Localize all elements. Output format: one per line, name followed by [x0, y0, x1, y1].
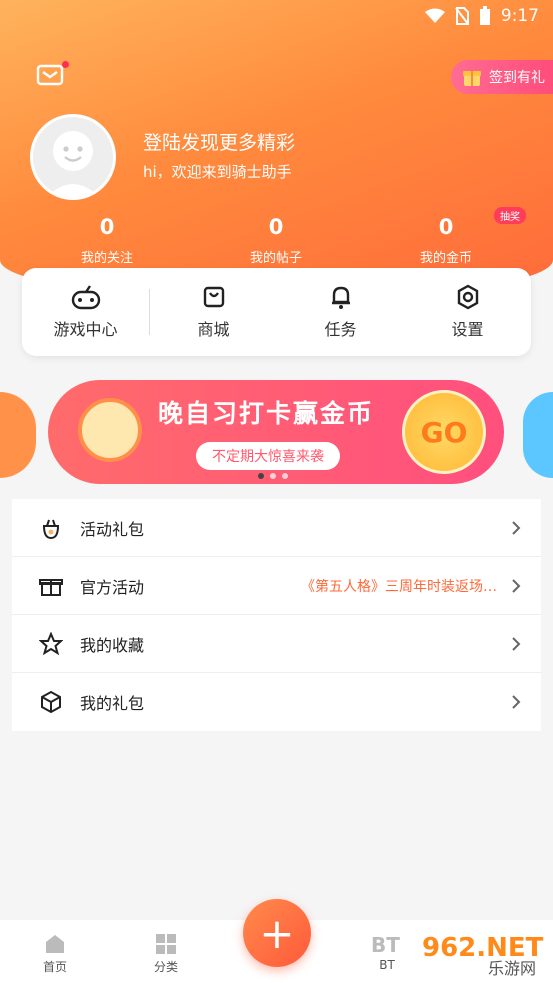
- pager-dot: [282, 473, 288, 479]
- site-watermark: 962.NET 乐游网: [422, 933, 544, 978]
- banner-title: 晚自习打卡赢金币: [158, 399, 375, 428]
- quick-settings[interactable]: 设置: [404, 284, 531, 340]
- status-time: 9:17: [500, 6, 539, 26]
- stat-label: 我的金币: [419, 251, 472, 266]
- plus-icon: +: [259, 908, 295, 958]
- watermark-subtext: 乐游网: [488, 959, 536, 978]
- tab-home[interactable]: 首页: [15, 930, 95, 975]
- tab-bt[interactable]: BT BT: [347, 930, 427, 972]
- quick-label: 商城: [197, 320, 230, 339]
- stat-value: 0: [438, 215, 454, 239]
- gamepad-icon: [71, 285, 100, 310]
- no-sim-icon: [455, 7, 469, 25]
- stat-label: 我的关注: [80, 251, 133, 266]
- chevron-right-icon: [512, 695, 521, 709]
- chevron-right-icon: [512, 520, 521, 535]
- list-item-activity-gifts[interactable]: 活动礼包: [12, 499, 541, 557]
- bt-icon: BT: [371, 933, 400, 956]
- chevron-right-icon: [512, 636, 521, 651]
- stat-value: 0: [99, 215, 115, 239]
- quick-menu-card: 游戏中心 商城 任务 设置: [22, 268, 531, 356]
- list-item-label: 我的礼包: [80, 694, 145, 713]
- lottery-badge[interactable]: 抽奖: [494, 207, 526, 224]
- gift-box-icon: [38, 573, 64, 599]
- banner-go-button[interactable]: GO: [402, 390, 486, 474]
- list-item-extra: 《第五人格》三周年时装返场…: [301, 578, 497, 595]
- list-item-favorites[interactable]: 我的收藏: [12, 615, 541, 673]
- sign-in-reward-button[interactable]: 签到有礼: [451, 60, 553, 94]
- quick-label: 设置: [451, 320, 484, 339]
- quick-mall[interactable]: 商城: [150, 284, 277, 340]
- banner-subtitle: 不定期大惊喜来袭: [196, 442, 340, 470]
- banner-peek-left[interactable]: [0, 392, 36, 478]
- pager-dot: [258, 473, 264, 479]
- unread-dot: [62, 61, 69, 68]
- quick-tasks[interactable]: 任务: [277, 284, 404, 340]
- tab-label: BT: [379, 958, 395, 972]
- quick-label: 游戏中心: [53, 320, 118, 339]
- list-item-my-gifts[interactable]: 我的礼包: [12, 673, 541, 731]
- sign-in-label: 签到有礼: [489, 70, 545, 86]
- login-prompt-title[interactable]: 登陆发现更多精彩: [143, 128, 295, 155]
- tab-category[interactable]: 分类: [126, 930, 206, 975]
- banner-peek-right[interactable]: [523, 392, 553, 478]
- avatar[interactable]: [30, 114, 116, 200]
- list-item-label: 官方活动: [80, 577, 145, 597]
- create-post-button[interactable]: +: [243, 899, 311, 967]
- tab-label: 首页: [42, 960, 67, 974]
- home-icon: [46, 935, 64, 953]
- gift-bag-icon: [38, 515, 64, 541]
- star-icon: [38, 631, 64, 657]
- battery-icon: [479, 6, 490, 25]
- list-item-official-events[interactable]: 官方活动 《第五人格》三周年时装返场…: [12, 557, 541, 615]
- svg-text:BT: BT: [371, 933, 400, 956]
- pager-dot: [270, 473, 276, 479]
- banner-pager: [258, 473, 288, 479]
- stopwatch-icon: [78, 398, 142, 462]
- default-avatar-icon: [47, 131, 99, 197]
- menu-list: 活动礼包 官方活动 《第五人格》三周年时装返场… 我的收藏 我的礼包: [12, 499, 541, 731]
- mail-icon: [36, 64, 64, 86]
- bell-icon: [331, 286, 350, 309]
- message-button[interactable]: [36, 61, 69, 88]
- wifi-icon: [424, 8, 445, 23]
- status-bar: 9:17: [0, 0, 553, 34]
- list-item-label: 我的收藏: [80, 635, 145, 655]
- gift-icon: [463, 71, 481, 86]
- gear-icon: [457, 284, 478, 310]
- package-icon: [38, 689, 64, 715]
- quick-game-center[interactable]: 游戏中心: [22, 284, 149, 340]
- tab-label: 分类: [153, 960, 178, 974]
- stat-value: 0: [268, 215, 284, 239]
- welcome-subtitle: hi，欢迎来到骑士助手: [143, 163, 292, 181]
- list-item-label: 活动礼包: [80, 519, 145, 539]
- quick-label: 任务: [324, 320, 357, 339]
- stat-posts[interactable]: 0 我的帖子: [216, 215, 336, 266]
- shopping-bag-icon: [203, 286, 224, 308]
- grid-icon: [156, 934, 176, 954]
- stat-label: 我的帖子: [249, 251, 302, 266]
- stat-coins[interactable]: 0 我的金币: [386, 215, 506, 266]
- stat-following[interactable]: 0 我的关注: [47, 215, 167, 266]
- promo-banner[interactable]: 晚自习打卡赢金币 不定期大惊喜来袭 GO: [48, 380, 504, 484]
- chevron-right-icon: [512, 578, 521, 593]
